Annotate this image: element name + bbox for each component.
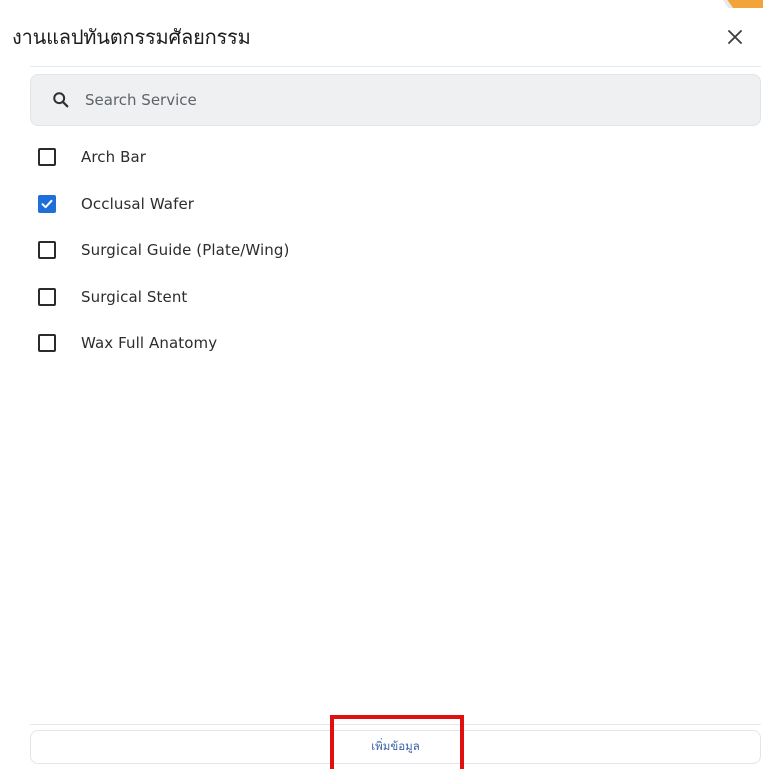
- service-item[interactable]: Surgical Guide (Plate/Wing): [38, 227, 638, 274]
- check-icon: [41, 199, 53, 208]
- service-item[interactable]: Occlusal Wafer: [38, 181, 638, 228]
- service-item[interactable]: Wax Full Anatomy: [38, 320, 638, 367]
- service-item[interactable]: Arch Bar: [38, 134, 638, 181]
- service-item[interactable]: Surgical Stent: [38, 274, 638, 321]
- search-box[interactable]: [30, 74, 761, 126]
- checkbox-unchecked[interactable]: [38, 287, 56, 306]
- checkbox-unchecked[interactable]: [38, 148, 56, 167]
- service-label: Surgical Stent: [81, 287, 188, 306]
- close-icon: [728, 30, 742, 44]
- search-icon: [51, 90, 71, 110]
- footer-divider: [30, 724, 761, 725]
- checkbox-unchecked[interactable]: [38, 241, 56, 260]
- header-divider: [30, 66, 761, 67]
- search-input[interactable]: [85, 75, 760, 125]
- close-button[interactable]: [721, 23, 749, 51]
- service-label: Wax Full Anatomy: [81, 334, 218, 353]
- service-dialog: งานแลปทันตกรรมศัลยกรรม Arch Bar Occlusal …: [0, 8, 763, 769]
- screen: งานแลปทันตกรรมศัลยกรรม Arch Bar Occlusal …: [0, 0, 763, 769]
- service-label: Arch Bar: [81, 148, 147, 167]
- footer-bar: เพิ่มข้อมูล: [30, 730, 761, 764]
- dialog-title: งานแลปทันตกรรมศัลยกรรม: [12, 25, 251, 49]
- checkbox-unchecked[interactable]: [38, 334, 56, 353]
- service-list: Arch Bar Occlusal Wafer Surgical Guide (Pl…: [38, 134, 638, 367]
- service-label: Surgical Guide (Plate/Wing): [81, 241, 290, 260]
- checkbox-checked[interactable]: [38, 194, 56, 213]
- add-data-button[interactable]: เพิ่มข้อมูล: [361, 734, 430, 760]
- service-label: Occlusal Wafer: [81, 194, 195, 213]
- dialog-header: งานแลปทันตกรรมศัลยกรรม: [12, 8, 749, 66]
